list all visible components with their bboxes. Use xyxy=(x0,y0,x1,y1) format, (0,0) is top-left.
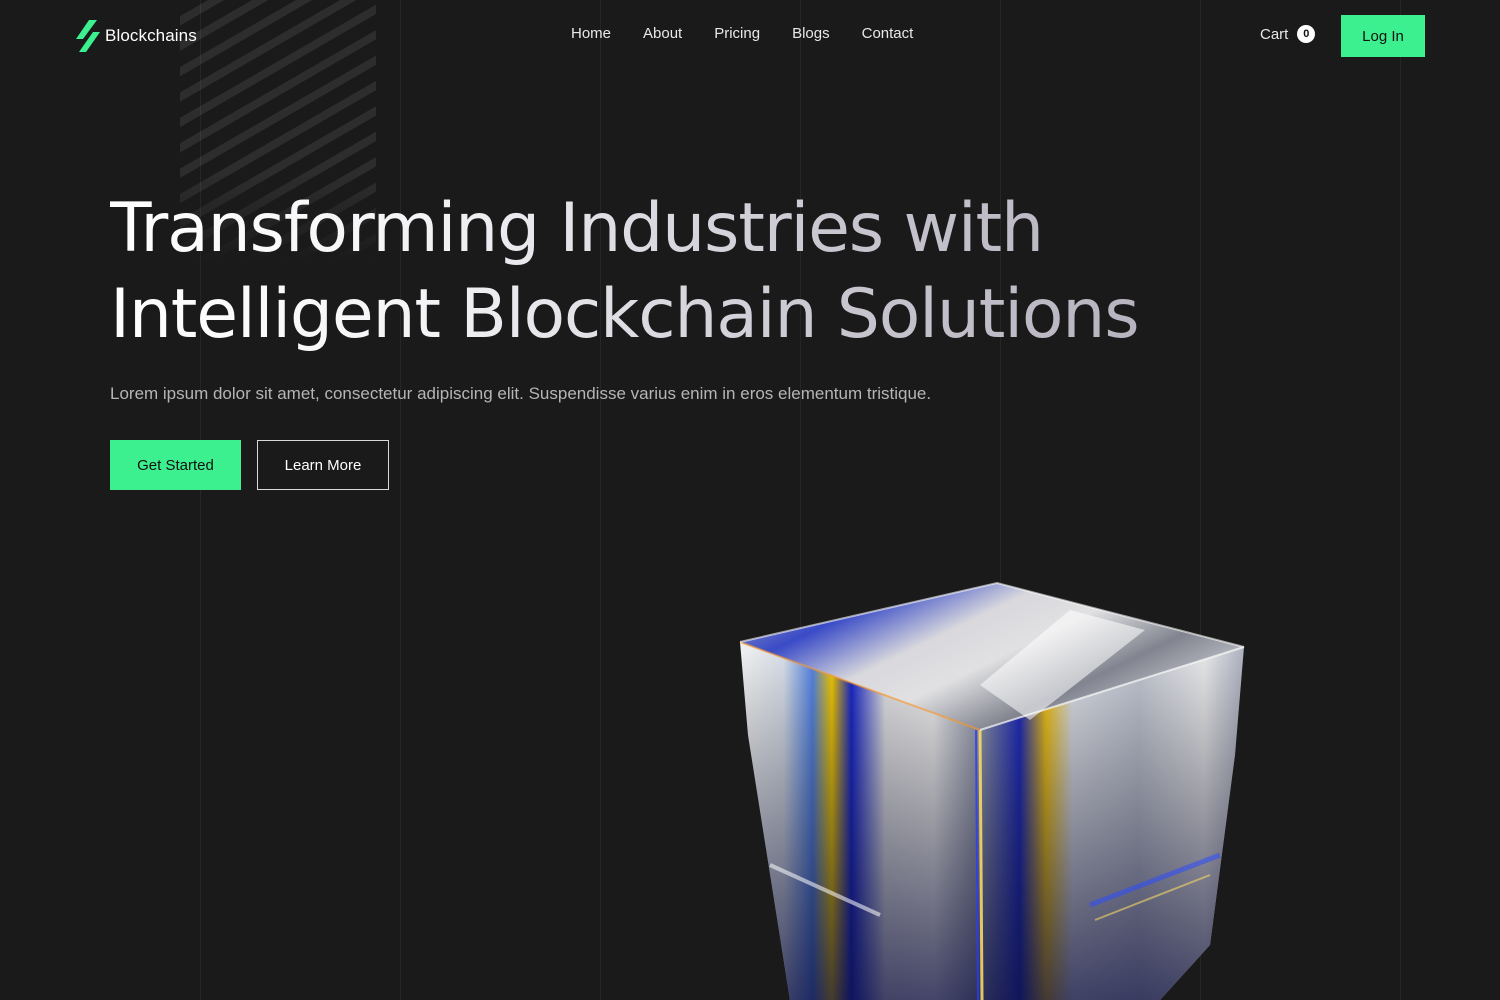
nav-link-home[interactable]: Home xyxy=(571,25,611,42)
hero-subtitle: Lorem ipsum dolor sit amet, consectetur … xyxy=(110,384,932,403)
hero-title-line-1: Transforming Industries with xyxy=(110,189,1043,268)
cart-button[interactable]: Cart 0 xyxy=(1260,25,1316,43)
nav-links: Home About Pricing Blogs Contact xyxy=(571,25,913,42)
lightning-bolt-icon xyxy=(75,19,101,53)
hero-title: Transforming Industries with Intelligent… xyxy=(110,186,1138,358)
nav-link-blogs[interactable]: Blogs xyxy=(792,25,830,42)
hero-title-line-2: Intelligent Blockchain Solutions xyxy=(110,275,1139,354)
nav-link-pricing[interactable]: Pricing xyxy=(714,25,760,42)
nav-link-about[interactable]: About xyxy=(643,25,682,42)
landing-page: Blockchains Home About Pricing Blogs Con… xyxy=(0,0,1500,1000)
grid-line xyxy=(400,0,401,1000)
glass-cube-illustration xyxy=(730,575,1260,1000)
cart-label: Cart xyxy=(1260,25,1289,43)
login-button[interactable]: Log In xyxy=(1341,15,1425,57)
get-started-button[interactable]: Get Started xyxy=(110,440,241,490)
nav-link-contact[interactable]: Contact xyxy=(862,25,914,42)
logo-link[interactable]: Blockchains xyxy=(75,19,197,53)
grid-line xyxy=(1400,0,1401,1000)
cart-count-badge: 0 xyxy=(1297,25,1316,43)
grid-line xyxy=(600,0,601,1000)
learn-more-button[interactable]: Learn More xyxy=(257,440,389,490)
brand-name: Blockchains xyxy=(105,26,197,45)
navbar: Blockchains Home About Pricing Blogs Con… xyxy=(0,0,1500,72)
